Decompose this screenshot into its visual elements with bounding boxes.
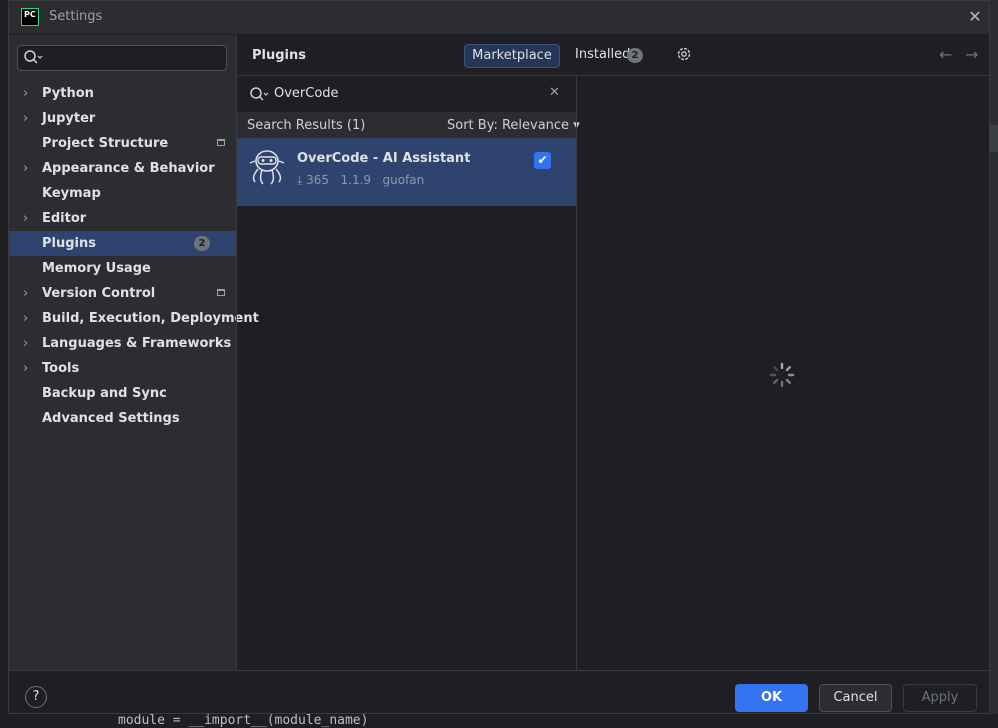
plugin-result-row[interactable]: OverCode - AI Assistant ⤓ 365 1.1.9 guof… [237, 138, 576, 206]
sidebar-item-label: Keymap [42, 186, 101, 201]
details-divider [576, 76, 577, 670]
sidebar-item-keymap[interactable]: Keymap [9, 181, 236, 206]
sidebar-item-label: Backup and Sync [42, 386, 167, 401]
overcode-octopus-logo-icon [249, 150, 285, 185]
project-level-icon [217, 139, 225, 146]
sidebar-item-label: Plugins [42, 236, 96, 251]
sidebar-item-build-execution-deployment[interactable]: › Build, Execution, Deployment [9, 306, 259, 331]
settings-dialog: PC Settings ✕ › Python › Jupyter Project Str… [8, 0, 990, 714]
loading-spinner-icon [769, 362, 795, 388]
pycharm-logo-icon: PC [21, 8, 39, 26]
sidebar-item-python[interactable]: › Python [9, 81, 236, 106]
plugin-downloads: 365 [306, 173, 330, 187]
sort-by-dropdown[interactable]: Sort By: Relevance ▾ [447, 118, 580, 133]
sidebar-item-label: Tools [42, 361, 80, 376]
sidebar-item-advanced-settings[interactable]: Advanced Settings [9, 406, 236, 431]
sidebar-item-appearance-behavior[interactable]: › Appearance & Behavior [9, 156, 236, 181]
sidebar-item-label: Jupyter [42, 111, 96, 126]
plugin-name: OverCode - AI Assistant [297, 151, 471, 166]
chevron-right-icon[interactable]: › [23, 281, 35, 306]
ok-button[interactable]: OK [735, 684, 808, 712]
sidebar-item-languages-frameworks[interactable]: › Languages & Frameworks [9, 331, 236, 356]
dialog-footer: ? OK Cancel Apply [9, 670, 989, 715]
cancel-button[interactable]: Cancel [819, 684, 892, 712]
gear-icon[interactable] [675, 45, 693, 63]
close-button[interactable]: ✕ [965, 7, 985, 27]
sidebar-item-label: Build, Execution, Deployment [42, 311, 259, 326]
plugin-search-value[interactable]: OverCode [274, 86, 339, 101]
sidebar-item-label: Python [42, 86, 94, 101]
sidebar-item-label: Advanced Settings [42, 411, 180, 426]
plugin-vendor: guofan [382, 173, 425, 187]
installed-count-badge: 2 [627, 48, 643, 63]
sidebar-item-label: Editor [42, 211, 87, 226]
sidebar-item-label: Project Structure [42, 136, 169, 151]
sidebar-item-label: Appearance & Behavior [42, 161, 215, 176]
plugin-version: 1.1.9 [340, 173, 372, 187]
background-editor-strip [990, 125, 998, 152]
settings-sidebar: › Python › Jupyter Project Structure › Appeara… [9, 35, 259, 671]
window-title: Settings [49, 9, 103, 24]
forward-arrow-icon[interactable]: → [965, 45, 978, 64]
header-separator [237, 75, 989, 76]
chevron-right-icon[interactable]: › [23, 206, 35, 231]
background-editor-gutter [0, 0, 8, 728]
plugin-meta: ⤓ 365 1.1.9 guofan [297, 173, 424, 188]
sidebar-item-label: Memory Usage [42, 261, 151, 276]
search-icon [24, 50, 43, 64]
apply-button[interactable]: Apply [903, 684, 977, 712]
sidebar-item-jupyter[interactable]: › Jupyter [9, 106, 236, 131]
back-arrow-icon[interactable]: ← [939, 45, 952, 64]
sidebar-item-editor[interactable]: › Editor [9, 206, 236, 231]
background-code-line: module = __import__(module_name) [118, 713, 369, 728]
chevron-right-icon[interactable]: › [23, 306, 35, 331]
title-bar: PC Settings ✕ [9, 1, 989, 35]
sidebar-item-memory-usage[interactable]: Memory Usage [9, 256, 236, 281]
page-title: Plugins [252, 48, 306, 63]
clear-search-icon[interactable]: ✕ [549, 85, 560, 100]
sidebar-item-plugins[interactable]: Plugins 2 [9, 231, 236, 256]
chevron-right-icon[interactable]: › [23, 106, 35, 131]
chevron-right-icon[interactable]: › [23, 156, 35, 181]
results-header: Search Results (1) Sort By: Relevance ▾ [237, 112, 580, 138]
plugins-update-badge: 2 [194, 236, 210, 251]
tab-installed[interactable]: Installed [575, 47, 630, 62]
sidebar-item-tools[interactable]: › Tools [9, 356, 236, 381]
sidebar-item-label: Languages & Frameworks [42, 336, 232, 351]
chevron-right-icon[interactable]: › [23, 331, 35, 356]
search-icon [250, 87, 269, 101]
chevron-right-icon[interactable]: › [23, 356, 35, 381]
results-count: Search Results (1) [247, 118, 366, 133]
project-level-icon [217, 289, 225, 296]
plugin-search-field[interactable]: OverCode ✕ [237, 79, 576, 111]
chevron-right-icon[interactable]: › [23, 81, 35, 106]
sidebar-item-project-structure[interactable]: Project Structure [9, 131, 236, 156]
sidebar-item-version-control[interactable]: › Version Control [9, 281, 236, 306]
sidebar-item-label: Version Control [42, 286, 156, 301]
sidebar-item-backup-and-sync[interactable]: Backup and Sync [9, 381, 236, 406]
settings-search-input[interactable] [17, 45, 227, 71]
background-editor-right [990, 0, 998, 728]
help-button[interactable]: ? [25, 686, 47, 708]
plugin-enabled-checkbox[interactable]: ✔ [534, 152, 551, 169]
tab-marketplace[interactable]: Marketplace [464, 44, 560, 68]
download-icon: ⤓ [297, 173, 303, 187]
